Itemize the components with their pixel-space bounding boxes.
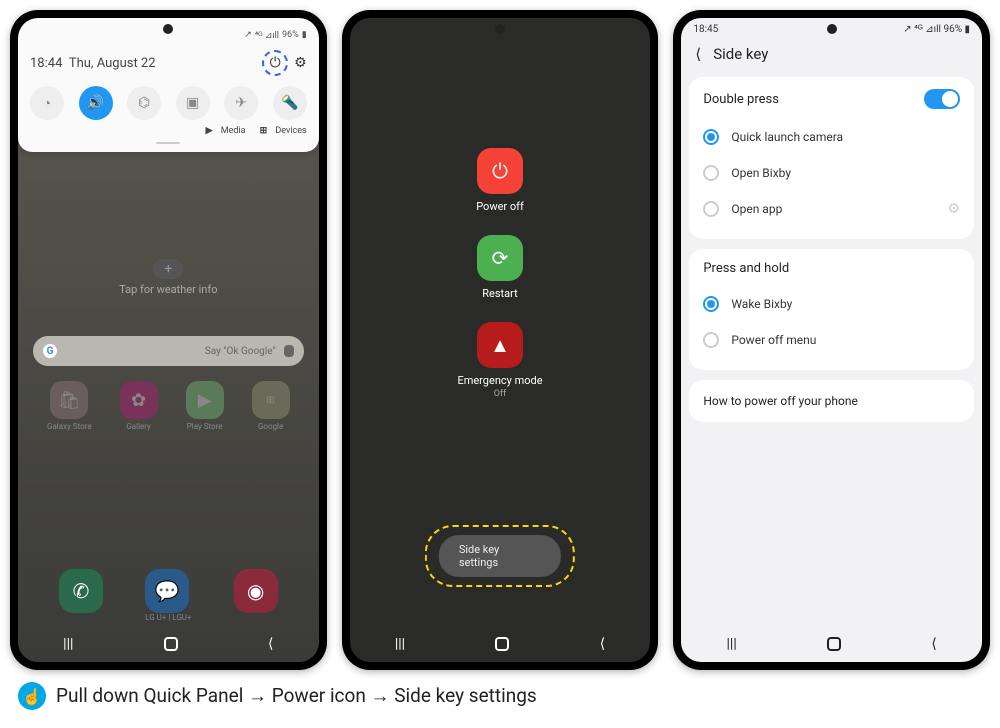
gear-icon[interactable]: ⚙ (947, 201, 960, 217)
settings-header: ⟨ Side key (681, 35, 982, 77)
press-hold-section: Press and hold Wake Bixby Power off menu (689, 249, 974, 370)
app-gallery[interactable]: ✿Gallery (120, 381, 158, 431)
quick-toggles: ◔ 🔊 ⌬ ▣ ✈ 🔦 (30, 86, 307, 120)
phone-quick-panel: + Tap for weather info G Say "Ok Google"… (10, 10, 327, 670)
bluetooth-toggle[interactable]: ⌬ (127, 86, 161, 120)
cloud-plus-icon: + (153, 259, 183, 279)
dock-camera[interactable]: ◉ (234, 569, 278, 613)
caption: ☝ Pull down Quick Panel → Power icon → S… (0, 670, 1000, 710)
flashlight-toggle[interactable]: 🔦 (273, 86, 307, 120)
wifi-toggle[interactable]: ◔ (30, 86, 64, 120)
devices-button[interactable]: ⊞ Devices (260, 126, 307, 136)
section-title: Press and hold (703, 261, 789, 276)
radio-icon (703, 165, 719, 181)
battery-text: 96% (282, 30, 299, 40)
power-off-icon: ⏻ (477, 148, 523, 194)
app-row: 🛍Galaxy Store ✿Gallery ▶Play Store ⊞Goog… (18, 366, 319, 431)
power-icon[interactable]: ⏻ (262, 50, 288, 76)
emergency-mode-button[interactable]: ▲ Emergency mode Off (457, 322, 542, 399)
option-power-off-menu[interactable]: Power off menu (703, 322, 960, 358)
nav-recents[interactable]: ||| (395, 636, 405, 652)
page-title: Side key (713, 45, 768, 63)
app-play-store[interactable]: ▶Play Store (186, 381, 224, 431)
google-search-bar[interactable]: G Say "Ok Google" (33, 336, 304, 366)
sound-toggle[interactable]: 🔊 (79, 86, 113, 120)
signal-icon: ↗ (244, 30, 252, 40)
radio-icon (703, 332, 719, 348)
airplane-toggle[interactable]: ✈ (224, 86, 258, 120)
radio-selected-icon (703, 129, 719, 145)
app-google-folder[interactable]: ⊞Google (252, 381, 290, 431)
option-wake-bixby[interactable]: Wake Bixby (703, 286, 960, 322)
signal-icon: ↗ (903, 24, 914, 35)
nav-home[interactable] (495, 637, 509, 651)
nav-bar: ||| ⟨ (681, 636, 982, 652)
radio-icon (703, 201, 719, 217)
status-time: 18:45 (693, 24, 718, 35)
battery-icon: ▮ (302, 30, 307, 40)
media-button[interactable]: ▶ Media (206, 126, 246, 136)
restart-icon: ⟳ (477, 235, 523, 281)
dock: ✆ 💬LG U+ | LGU+ ◉ (18, 569, 319, 622)
search-placeholder: Say "Ok Google" (205, 346, 276, 357)
power-menu: ⏻ Power off ⟳ Restart ▲ Emergency mode O… (350, 18, 651, 399)
mic-icon (284, 345, 294, 357)
double-press-section: Double press Quick launch camera Open Bi… (689, 77, 974, 239)
phone-power-menu: ⏻ Power off ⟳ Restart ▲ Emergency mode O… (342, 10, 659, 670)
radio-selected-icon (703, 296, 719, 312)
power-off-button[interactable]: ⏻ Power off (476, 148, 524, 213)
nav-bar: ||| ⟨ (18, 636, 319, 652)
option-open-bixby[interactable]: Open Bixby (703, 155, 960, 191)
nav-recents[interactable]: ||| (727, 636, 737, 652)
section-title: Double press (703, 92, 779, 107)
nav-recents[interactable]: ||| (63, 636, 73, 652)
nav-bar: ||| ⟨ (350, 636, 651, 652)
rotate-toggle[interactable]: ▣ (176, 86, 210, 120)
status-bar: ↗ ⁴ᴳ ⊿ıll 96% ▮ (30, 26, 307, 44)
howto-link[interactable]: How to power off your phone (689, 380, 974, 422)
nav-back[interactable]: ⟨ (600, 636, 605, 652)
emergency-icon: ▲ (477, 322, 523, 368)
option-quick-launch-camera[interactable]: Quick launch camera (703, 119, 960, 155)
nav-back[interactable]: ⟨ (931, 636, 936, 652)
settings-gear-icon[interactable]: ⚙ (294, 55, 307, 71)
datetime: 18:44 Thu, August 22 (30, 56, 156, 71)
quick-panel[interactable]: ↗ ⁴ᴳ ⊿ıll 96% ▮ 18:44 Thu, August 22 ⏻ ⚙… (18, 18, 319, 152)
panel-handle[interactable] (156, 142, 180, 144)
dock-messages[interactable]: 💬 (145, 569, 189, 613)
side-key-settings-button[interactable]: Side key settings (425, 525, 575, 587)
restart-button[interactable]: ⟳ Restart (477, 235, 523, 300)
status-bar: 18:45 ↗ ⁴ᴳ ⊿ıll 96% ▮ (681, 18, 982, 35)
nav-home[interactable] (827, 637, 841, 651)
caption-text: Pull down Quick Panel → Power icon → Sid… (56, 684, 537, 708)
app-galaxy-store[interactable]: 🛍Galaxy Store (47, 381, 92, 431)
highlight-ring: Side key settings (425, 525, 575, 587)
back-arrow-icon[interactable]: ⟨ (695, 45, 701, 63)
nav-home[interactable] (164, 637, 178, 651)
weather-widget[interactable]: + Tap for weather info (18, 258, 319, 296)
touch-icon: ☝ (18, 682, 46, 710)
dock-phone[interactable]: ✆ (59, 569, 103, 613)
double-press-switch[interactable] (924, 89, 960, 109)
google-logo-icon: G (43, 344, 57, 358)
nav-back[interactable]: ⟨ (268, 636, 273, 652)
weather-text: Tap for weather info (18, 283, 319, 296)
battery-icon: ▮ (962, 24, 970, 35)
phone-side-key-settings: 18:45 ↗ ⁴ᴳ ⊿ıll 96% ▮ ⟨ Side key Double … (673, 10, 990, 670)
option-open-app[interactable]: Open app ⚙ (703, 191, 960, 227)
